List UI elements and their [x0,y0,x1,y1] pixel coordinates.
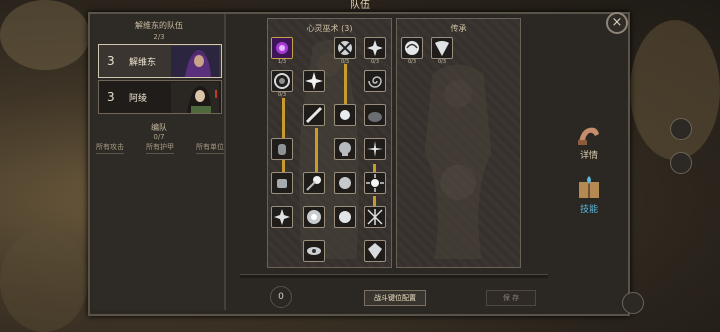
game-screen: 队伍 解维东的队伍 2/3 3 解维东 3 阿绫 编队 0/7 所有攻击 所有护… [0,0,720,332]
skill-node[interactable] [303,206,325,228]
skill-link [373,196,376,206]
comet-icon [306,176,321,191]
skill-rank: 1/3 [277,59,287,65]
spiral-icon [368,76,382,88]
skill-link [315,128,318,174]
skill-node[interactable] [303,70,325,92]
burst-icon [367,40,383,56]
skill-node[interactable] [303,240,325,262]
skill-node[interactable] [271,206,293,228]
spark-icon [367,141,383,157]
portrait-hooded-mage-icon [171,46,219,77]
legacy-node[interactable] [401,37,423,59]
nova-icon [274,209,290,225]
skill-rank: 0/3 [277,92,287,98]
shadow-claw-icon [338,41,352,55]
formation-count: 0/7 [153,133,165,141]
tab-skills[interactable]: 技能 [566,172,612,218]
window-title: 队伍 [350,0,370,11]
skill-node[interactable] [303,172,325,194]
map-terrain [0,0,90,70]
filter-attack-dropdown[interactable]: 所有攻击 [96,142,124,154]
sphere-icon [339,177,351,189]
glow-icon [339,211,351,223]
skill-node[interactable] [271,138,293,160]
filter-armor-dropdown[interactable]: 所有护甲 [146,142,174,154]
map-action-button[interactable] [622,292,644,314]
shatter-icon [367,209,383,225]
skill-node[interactable] [364,70,386,92]
filter-unit-dropdown[interactable]: 所有单位 [196,142,224,154]
tab-details-label: 详情 [579,151,598,161]
crest-icon [368,243,382,259]
tab-details[interactable]: 详情 [566,118,612,164]
hand-icon [278,144,286,155]
legacy-tree-title: 传承 [450,24,467,33]
team-member-1[interactable]: 3 解维东 [98,44,222,78]
skull-icon [339,142,351,156]
skill-rank: 0/3 [370,59,380,65]
map-action-button[interactable] [670,152,692,174]
member-name: 解维东 [129,58,157,68]
map-action-button[interactable] [670,118,692,140]
skill-node[interactable] [334,37,356,59]
skill-link [344,64,347,104]
skill-node[interactable] [334,138,356,160]
horizontal-scrollbar[interactable] [240,274,548,278]
tab-skills-label: 技能 [579,205,598,215]
flare-icon [340,110,350,120]
formation-filters: 所有攻击 所有护甲 所有单位 [96,142,224,154]
skill-node[interactable] [364,138,386,160]
vortex-icon [274,73,290,89]
legacy-node[interactable] [431,37,453,59]
skill-link [282,98,285,138]
swirl-icon [405,41,419,55]
dark-blob-icon [368,112,382,122]
skill-node[interactable] [364,240,386,262]
close-button[interactable]: × [606,12,628,34]
skill-node[interactable] [364,104,386,126]
skill-node-purple-orb[interactable] [271,37,293,59]
skill-link [282,160,285,172]
warrior-statue-artwork [424,64,492,259]
book-icon [579,176,599,198]
map-terrain [630,20,720,160]
member-level: 3 [107,54,115,68]
team-roster-panel: 解维东的队伍 2/3 3 解维东 3 阿绫 编队 0/7 所有攻击 所有护甲 所… [92,14,226,310]
skill-node[interactable] [334,104,356,126]
skill-node[interactable] [303,104,325,126]
radiance-icon [366,174,384,192]
eye-icon [307,247,321,255]
team-member-2[interactable]: 3 阿绫 [98,80,222,114]
skill-node[interactable] [364,37,386,59]
arm-icon [578,127,599,145]
skill-node[interactable] [271,70,293,92]
explosion-icon [307,210,321,224]
skill-node[interactable] [364,206,386,228]
team-title: 解维东的队伍 [135,21,183,30]
battle-keybind-config-button[interactable]: 战斗键位配置 [364,290,426,306]
skill-tree-title: 心灵巫术 (3) [306,24,353,33]
member-level: 3 [107,90,115,104]
member-name: 阿绫 [129,94,148,104]
save-button[interactable]: 保 存 [486,290,536,306]
formation-title: 编队 [151,123,167,132]
skill-points-counter: 0 [270,286,292,308]
portrait-woman-icon [171,82,219,113]
map-terrain [0,230,88,332]
skill-node[interactable] [364,172,386,194]
fist-icon [277,179,287,188]
slash-icon [305,106,323,124]
skill-rank: 0/3 [340,59,350,65]
skill-node[interactable] [334,172,356,194]
skill-node[interactable] [334,206,356,228]
star-burst-icon [305,72,323,90]
legacy-rank: 0/3 [437,59,447,65]
skill-node[interactable] [271,172,293,194]
legacy-rank: 0/3 [407,59,417,65]
team-count: 2/3 [153,33,165,41]
purple-orb-icon [272,38,292,58]
fan-icon [435,41,449,56]
